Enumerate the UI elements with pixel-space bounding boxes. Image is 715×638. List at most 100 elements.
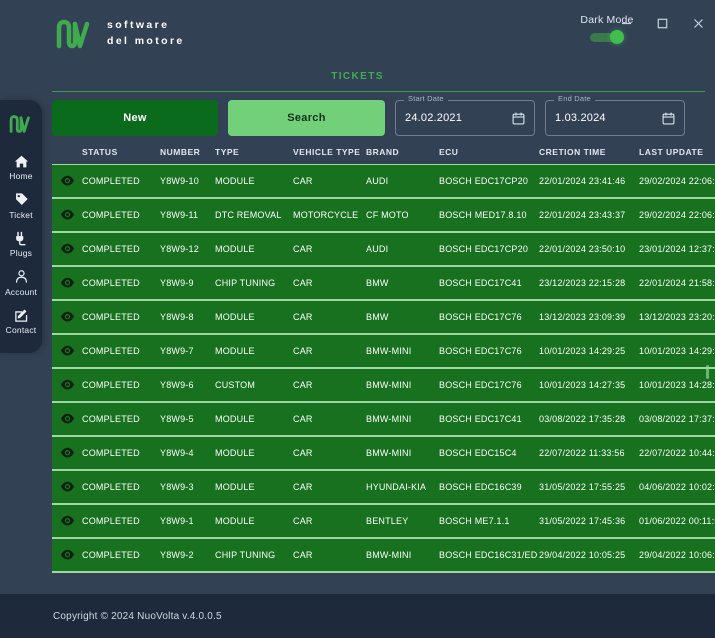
eye-icon[interactable] bbox=[60, 277, 75, 289]
sidebar-item-account-label: Account bbox=[5, 288, 37, 297]
eye-icon[interactable] bbox=[60, 209, 75, 221]
start-date-field[interactable]: Start Date 24.02.2021 bbox=[395, 100, 535, 136]
sidebar-item-account[interactable]: Account bbox=[0, 264, 42, 303]
cell-vehicle-type: CAR bbox=[293, 266, 366, 300]
cell-type: CUSTOM bbox=[215, 368, 293, 402]
column-header-number[interactable]: NUMBER bbox=[160, 143, 215, 165]
cell-last-update: 13/12/2023 23:20:59 bbox=[639, 300, 715, 334]
row-view-button[interactable] bbox=[52, 300, 82, 334]
sidebar-item-contact-label: Contact bbox=[6, 326, 37, 335]
row-view-button[interactable] bbox=[52, 470, 82, 504]
dark-mode-switch[interactable] bbox=[590, 30, 624, 44]
sidebar-item-home[interactable]: Home bbox=[0, 148, 42, 187]
cell-creation-time: 29/04/2022 10:05:25 bbox=[539, 538, 639, 572]
eye-icon[interactable] bbox=[60, 311, 75, 323]
row-view-button[interactable] bbox=[52, 538, 82, 572]
row-view-button[interactable] bbox=[52, 198, 82, 232]
column-header-brand[interactable]: BRAND bbox=[366, 143, 439, 165]
end-date-field[interactable]: End Date 1.03.2024 bbox=[545, 100, 685, 136]
table-row[interactable]: COMPLETEDY8W9-5MODULECARBMW-MINIBOSCH ED… bbox=[52, 402, 715, 436]
cell-creation-time: 22/01/2024 23:50:10 bbox=[539, 232, 639, 266]
calendar-icon[interactable] bbox=[512, 112, 525, 125]
cell-last-update: 22/07/2022 10:44:09 bbox=[639, 436, 715, 470]
eye-icon[interactable] bbox=[60, 175, 75, 187]
cell-number: Y8W9-5 bbox=[160, 402, 215, 436]
column-header-status[interactable]: STATUS bbox=[82, 143, 160, 165]
sidebar-item-ticket[interactable]: Ticket bbox=[0, 187, 42, 226]
cell-type: MODULE bbox=[215, 300, 293, 334]
cell-ecu: BOSCH MED17.8.10 bbox=[439, 198, 539, 232]
eye-icon[interactable] bbox=[60, 345, 75, 357]
cell-last-update: 04/06/2022 10:02:00 bbox=[639, 470, 715, 504]
cell-number: Y8W9-8 bbox=[160, 300, 215, 334]
end-date-value: 1.03.2024 bbox=[555, 112, 662, 124]
sidebar-item-plugs[interactable]: Plugs bbox=[0, 225, 42, 264]
row-view-button[interactable] bbox=[52, 368, 82, 402]
edit-square-icon bbox=[13, 307, 29, 323]
row-view-button[interactable] bbox=[52, 266, 82, 300]
table-scrollbar-thumb[interactable] bbox=[706, 365, 709, 379]
table-row[interactable]: COMPLETEDY8W9-4MODULECARBMW-MINIBOSCH ED… bbox=[52, 436, 715, 470]
search-button[interactable]: Search bbox=[228, 100, 385, 136]
maximize-icon[interactable] bbox=[651, 14, 673, 32]
column-header-creation-time[interactable]: CRETION TIME bbox=[539, 143, 639, 165]
cell-status: COMPLETED bbox=[82, 504, 160, 538]
row-view-button[interactable] bbox=[52, 504, 82, 538]
tag-icon bbox=[13, 192, 29, 208]
app-window: software del motore Dark Mode bbox=[0, 0, 715, 638]
cell-number: Y8W9-2 bbox=[160, 538, 215, 572]
cell-ecu: BOSCH EDC17C41 bbox=[439, 402, 539, 436]
eye-icon[interactable] bbox=[60, 379, 75, 391]
table-row[interactable]: COMPLETEDY8W9-3MODULECARHYUNDAI-KIABOSCH… bbox=[52, 470, 715, 504]
column-header-vehicle-type[interactable]: VEHICLE TYPE bbox=[293, 143, 366, 165]
table-row[interactable]: COMPLETEDY8W9-1MODULECARBENTLEYBOSCH ME7… bbox=[52, 504, 715, 538]
calendar-icon[interactable] bbox=[662, 112, 675, 125]
eye-icon[interactable] bbox=[60, 447, 75, 459]
cell-number: Y8W9-12 bbox=[160, 232, 215, 266]
table-row[interactable]: COMPLETEDY8W9-10MODULECARAUDIBOSCH EDC17… bbox=[52, 165, 715, 199]
table-row[interactable]: COMPLETEDY8W9-6CUSTOMCARBMW-MINIBOSCH ED… bbox=[52, 368, 715, 402]
row-view-button[interactable] bbox=[52, 402, 82, 436]
cell-last-update: 29/02/2024 22:06:18 bbox=[639, 165, 715, 199]
column-header-last-update[interactable]: LAST UPDATE bbox=[639, 143, 715, 165]
cell-creation-time: 10/01/2023 14:27:35 bbox=[539, 368, 639, 402]
table-row[interactable]: COMPLETEDY8W9-11DTC REMOVALMOTORCYCLECF … bbox=[52, 198, 715, 232]
row-view-button[interactable] bbox=[52, 436, 82, 470]
row-view-button[interactable] bbox=[52, 232, 82, 266]
cell-brand: BMW-MINI bbox=[366, 538, 439, 572]
new-button[interactable]: New bbox=[52, 100, 218, 136]
column-header-action bbox=[52, 143, 82, 165]
cell-creation-time: 31/05/2022 17:45:36 bbox=[539, 504, 639, 538]
cell-creation-time: 13/12/2023 23:09:39 bbox=[539, 300, 639, 334]
cell-type: MODULE bbox=[215, 232, 293, 266]
eye-icon[interactable] bbox=[60, 515, 75, 527]
window-controls bbox=[615, 14, 709, 32]
table-row[interactable]: COMPLETEDY8W9-12MODULECARAUDIBOSCH EDC17… bbox=[52, 232, 715, 266]
cell-vehicle-type: CAR bbox=[293, 538, 366, 572]
eye-icon[interactable] bbox=[60, 243, 75, 255]
cell-status: COMPLETED bbox=[82, 402, 160, 436]
minimize-icon[interactable] bbox=[615, 14, 637, 32]
close-icon[interactable] bbox=[687, 14, 709, 32]
cell-number: Y8W9-10 bbox=[160, 165, 215, 199]
table-row[interactable]: COMPLETEDY8W9-2CHIP TUNINGCARBMW-MINIBOS… bbox=[52, 538, 715, 572]
row-view-button[interactable] bbox=[52, 165, 82, 199]
cell-ecu: BOSCH EDC17C76 bbox=[439, 334, 539, 368]
cell-vehicle-type: CAR bbox=[293, 402, 366, 436]
sidebar-item-contact[interactable]: Contact bbox=[0, 302, 42, 341]
cell-vehicle-type: CAR bbox=[293, 368, 366, 402]
table-row[interactable]: COMPLETEDY8W9-7MODULECARBMW-MINIBOSCH ED… bbox=[52, 334, 715, 368]
eye-icon[interactable] bbox=[60, 413, 75, 425]
table-body: COMPLETEDY8W9-10MODULECARAUDIBOSCH EDC17… bbox=[52, 165, 715, 573]
cell-status: COMPLETED bbox=[82, 538, 160, 572]
cell-brand: BMW-MINI bbox=[366, 334, 439, 368]
eye-icon[interactable] bbox=[60, 549, 75, 561]
column-header-ecu[interactable]: ECU bbox=[439, 143, 539, 165]
title-bar: software del motore Dark Mode bbox=[0, 0, 715, 66]
eye-icon[interactable] bbox=[60, 481, 75, 493]
table-row[interactable]: COMPLETEDY8W9-9CHIP TUNINGCARBMWBOSCH ED… bbox=[52, 266, 715, 300]
row-view-button[interactable] bbox=[52, 334, 82, 368]
table-row[interactable]: COMPLETEDY8W9-8MODULECARBMWBOSCH EDC17C7… bbox=[52, 300, 715, 334]
start-date-value: 24.02.2021 bbox=[405, 112, 512, 124]
column-header-type[interactable]: TYPE bbox=[215, 143, 293, 165]
